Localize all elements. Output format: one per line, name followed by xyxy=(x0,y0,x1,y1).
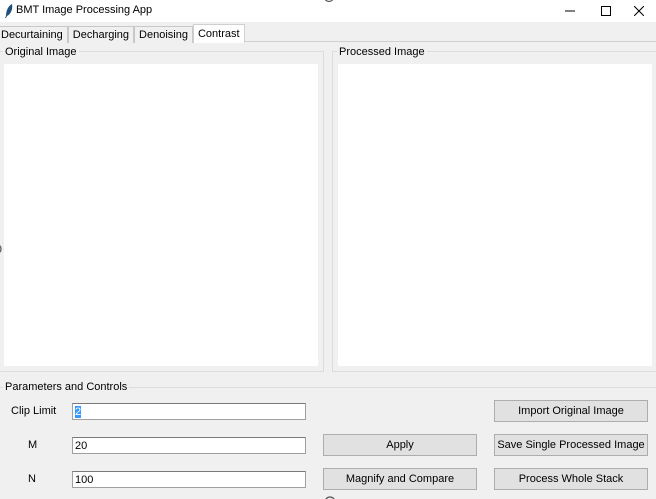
close-icon xyxy=(634,6,644,16)
tab-decurtaining[interactable]: Decurtaining xyxy=(0,26,68,43)
maximize-icon xyxy=(601,6,611,16)
tab-decharging[interactable]: Decharging xyxy=(67,26,135,43)
title-bar: BMT Image Processing App xyxy=(0,0,656,22)
process-whole-stack-button[interactable]: Process Whole Stack xyxy=(494,468,648,490)
m-label: M xyxy=(28,439,38,451)
minimize-icon xyxy=(565,10,575,12)
import-original-button[interactable]: Import Original Image xyxy=(494,400,648,422)
edge-handle-icon xyxy=(0,245,2,253)
window-title: BMT Image Processing App xyxy=(16,4,153,16)
feather-icon xyxy=(5,4,13,18)
resize-handle-icon xyxy=(324,0,334,3)
save-single-processed-button[interactable]: Save Single Processed Image xyxy=(494,434,648,456)
m-input[interactable] xyxy=(72,437,306,454)
n-label: N xyxy=(28,473,36,485)
tab-bar: Decurtaining Decharging Denoising Contra… xyxy=(0,24,245,43)
close-button[interactable] xyxy=(622,0,656,22)
clip-limit-input[interactable] xyxy=(72,403,306,420)
processed-image-label: Processed Image xyxy=(337,46,427,58)
original-image-label: Original Image xyxy=(3,46,79,58)
minimize-button[interactable] xyxy=(553,0,587,22)
n-input[interactable] xyxy=(72,471,306,488)
bottom-handle-icon xyxy=(325,496,335,499)
parameters-section-label: Parameters and Controls xyxy=(3,381,130,393)
magnify-compare-button[interactable]: Magnify and Compare xyxy=(323,468,477,490)
tab-denoising[interactable]: Denoising xyxy=(134,26,193,43)
maximize-button[interactable] xyxy=(589,0,623,22)
processed-image-canvas[interactable] xyxy=(338,64,652,366)
original-image-canvas[interactable] xyxy=(4,64,318,366)
clip-limit-label: Clip Limit xyxy=(11,405,57,417)
apply-button[interactable]: Apply xyxy=(323,434,477,456)
tab-contrast[interactable]: Contrast xyxy=(192,24,245,43)
